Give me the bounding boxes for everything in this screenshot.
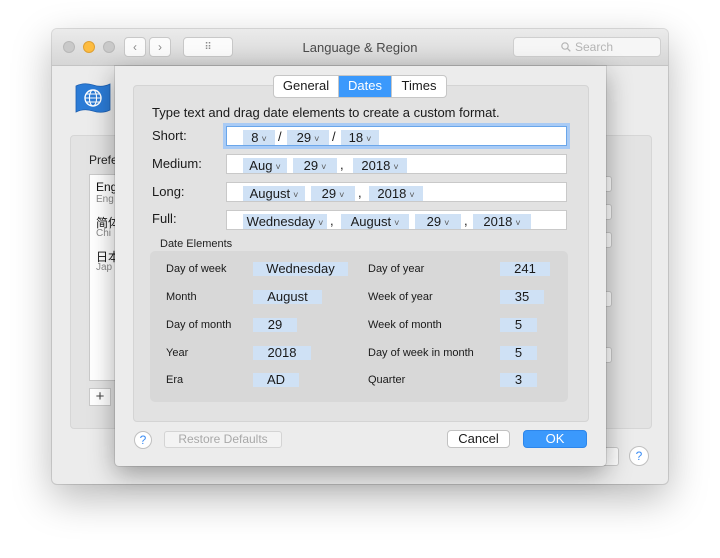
element-token[interactable]: 35 <box>500 290 544 304</box>
title-bar: ‹ › ⠿ Language & Region Search <box>52 29 668 66</box>
separator[interactable]: / <box>278 129 282 144</box>
separator[interactable]: , <box>340 157 344 172</box>
medium-format-field[interactable]: Aug ˅ 29 ˅ , 2018 ˅ <box>226 154 567 174</box>
chevron-down-icon: ˅ <box>409 190 415 200</box>
chevron-down-icon: ˅ <box>394 218 400 228</box>
tab-times[interactable]: Times <box>391 76 446 97</box>
token-text: 2018 <box>377 186 407 201</box>
add-language-button[interactable]: + <box>89 388 111 406</box>
date-token[interactable]: Aug ˅ <box>243 158 287 173</box>
date-token[interactable]: 8 ˅ <box>243 130 275 145</box>
token-text: Aug <box>249 158 273 173</box>
help-icon: ? <box>635 449 643 463</box>
chevron-down-icon: ˅ <box>393 162 399 172</box>
ok-button[interactable]: OK <box>523 430 587 448</box>
tab-bar: General Dates Times <box>273 75 447 98</box>
element-token[interactable]: 5 <box>500 346 537 360</box>
element-label: Day of week in month <box>368 347 474 359</box>
date-token[interactable]: 29 ˅ <box>415 214 461 229</box>
separator[interactable]: , <box>464 213 468 228</box>
token-text: 8 <box>251 130 259 145</box>
date-token[interactable]: Wednesday ˅ <box>243 214 327 229</box>
short-format-field[interactable]: 8 ˅ / 29 ˅ / 18 ˅ <box>226 126 567 146</box>
flag-globe-icon <box>75 83 111 113</box>
date-token[interactable]: 29 ˅ <box>311 186 355 201</box>
date-token[interactable]: August ˅ <box>341 214 409 229</box>
date-token[interactable]: 29 ˅ <box>287 130 329 145</box>
help-button[interactable]: ? <box>134 431 152 449</box>
date-format-sheet: General Dates Times Type text and drag d… <box>115 66 606 466</box>
element-token[interactable]: 29 <box>253 318 297 332</box>
long-format-field[interactable]: August ˅ 29 ˅ , 2018 ˅ <box>226 182 567 202</box>
plus-icon: + <box>95 388 105 405</box>
token-text: 29 <box>303 158 319 173</box>
token-text: 29 <box>426 214 442 229</box>
element-label: Era <box>166 374 184 386</box>
token-text: 2018 <box>361 158 391 173</box>
token-text: August <box>249 186 291 201</box>
element-token[interactable]: 2018 <box>253 346 311 360</box>
date-token[interactable]: 18 ˅ <box>341 130 379 145</box>
full-label: Full: <box>152 211 177 226</box>
separator[interactable]: , <box>358 185 362 200</box>
element-label: Day of week <box>166 263 227 275</box>
element-token[interactable]: August <box>253 290 322 304</box>
chevron-down-icon: ˅ <box>293 190 299 200</box>
tab-dates[interactable]: Dates <box>338 76 391 97</box>
element-token[interactable]: AD <box>253 373 299 387</box>
separator[interactable]: / <box>332 129 336 144</box>
short-label: Short: <box>152 128 187 143</box>
chevron-down-icon: ˅ <box>275 162 281 172</box>
date-elements-heading: Date Elements <box>160 238 233 250</box>
chevron-down-icon: ˅ <box>314 134 320 144</box>
element-label: Week of year <box>368 291 433 303</box>
date-token[interactable]: 2018 ˅ <box>473 214 531 229</box>
search-placeholder: Search <box>574 40 614 54</box>
tab-general[interactable]: General <box>274 76 338 97</box>
chevron-down-icon: ˅ <box>261 134 267 144</box>
language-subtitle: Chi <box>96 228 112 239</box>
chevron-down-icon: ˅ <box>318 218 324 228</box>
medium-label: Medium: <box>152 156 202 171</box>
token-text: 18 <box>348 130 364 145</box>
search-icon <box>561 42 571 52</box>
language-subtitle: Jap <box>96 262 113 273</box>
date-token[interactable]: 2018 ˅ <box>369 186 423 201</box>
chevron-down-icon: ˅ <box>515 218 521 228</box>
cancel-button[interactable]: Cancel <box>447 430 510 448</box>
window-help-button[interactable]: ? <box>629 446 649 466</box>
instructions-text: Type text and drag date elements to crea… <box>152 105 500 120</box>
token-text: August <box>350 214 392 229</box>
date-token[interactable]: 2018 ˅ <box>353 158 407 173</box>
element-token[interactable]: 241 <box>500 262 550 276</box>
chevron-down-icon: ˅ <box>444 218 450 228</box>
chevron-down-icon: ˅ <box>366 134 372 144</box>
chevron-down-icon: ˅ <box>339 190 345 200</box>
full-format-field[interactable]: Wednesday ˅ , August ˅ 29 ˅ , 2018 ˅ <box>226 210 567 230</box>
element-label: Week of month <box>368 319 442 331</box>
element-token[interactable]: Wednesday <box>253 262 348 276</box>
element-token[interactable]: 5 <box>500 318 537 332</box>
date-token[interactable]: August ˅ <box>243 186 305 201</box>
element-label: Year <box>166 347 189 359</box>
separator[interactable]: , <box>330 213 334 228</box>
search-field[interactable]: Search <box>513 37 661 57</box>
chevron-down-icon: ˅ <box>321 162 327 172</box>
element-label: Quarter <box>368 374 406 386</box>
element-label: Month <box>166 291 197 303</box>
token-text: 29 <box>296 130 312 145</box>
language-subtitle: Eng <box>96 194 114 205</box>
element-token[interactable]: 3 <box>500 373 537 387</box>
restore-defaults-button[interactable]: Restore Defaults <box>164 431 282 448</box>
help-icon: ? <box>139 433 147 447</box>
element-label: Day of year <box>368 263 425 275</box>
preferred-languages-label: Prefe <box>89 153 118 167</box>
date-token[interactable]: 29 ˅ <box>293 158 337 173</box>
token-text: 29 <box>321 186 337 201</box>
token-text: Wednesday <box>246 214 316 229</box>
long-label: Long: <box>152 184 185 199</box>
element-label: Day of month <box>166 319 232 331</box>
token-text: 2018 <box>483 214 513 229</box>
